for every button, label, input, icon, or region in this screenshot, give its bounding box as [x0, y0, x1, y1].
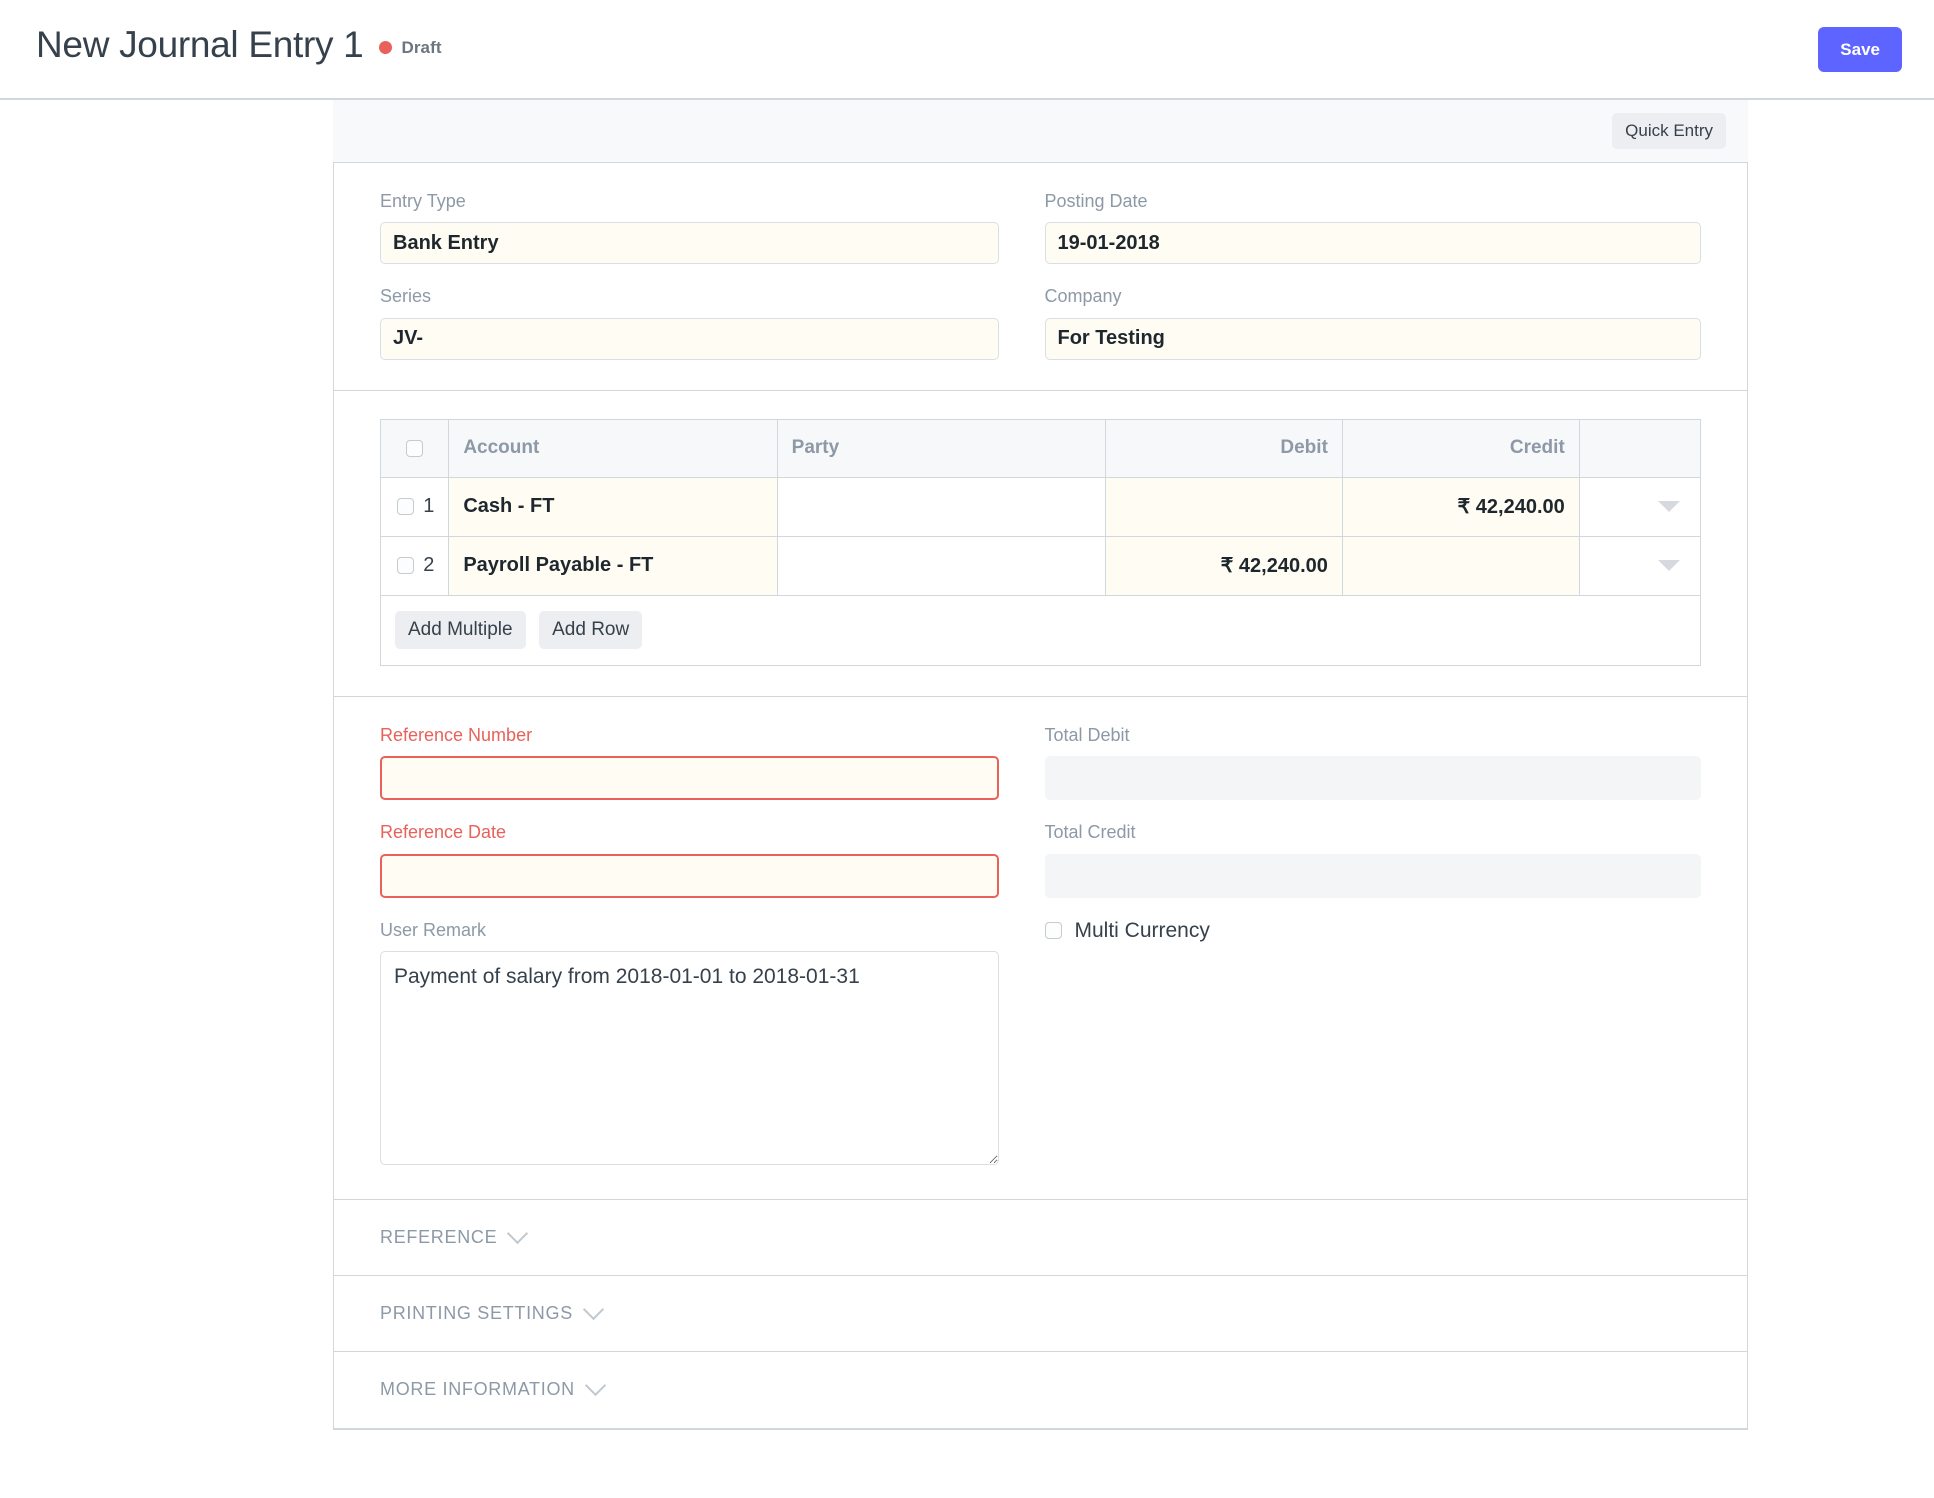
status-label: Draft: [401, 37, 442, 57]
total-debit-input: [1044, 756, 1701, 801]
reference-date-input[interactable]: [380, 853, 999, 898]
total-credit-input: [1044, 853, 1701, 898]
field-multi-currency[interactable]: Multi Currency: [1044, 918, 1702, 943]
section-basic-details: Entry Type Series Posting Date: [334, 163, 1747, 391]
total-debit-label: Total Debit: [1044, 724, 1130, 745]
field-total-credit: Total Credit: [1044, 821, 1701, 898]
app-page: New Journal Entry 1 Draft Save Quick Ent…: [0, 0, 1934, 1498]
field-total-debit: Total Debit: [1044, 724, 1701, 801]
series-input[interactable]: [380, 317, 999, 360]
chevron-down-icon[interactable]: [1658, 501, 1680, 513]
table-row[interactable]: 1 1 1 Cash - FT ₹ 42,240.00: [380, 477, 1701, 537]
user-remark-label: User Remark: [380, 919, 487, 940]
cell-debit[interactable]: [1105, 477, 1343, 537]
posting-date-label: Posting Date: [1044, 191, 1148, 211]
table-header: Account Party Debit Credit: [380, 419, 1701, 478]
total-credit-label: Total Credit: [1044, 822, 1136, 843]
user-remark-textarea[interactable]: [380, 950, 999, 1165]
table-header-row: Account Party Debit Credit: [380, 419, 1701, 478]
multi-currency-label: Multi Currency: [1074, 918, 1210, 942]
column-header-account: Account: [448, 419, 778, 478]
cell-account[interactable]: Payroll Payable - FT: [448, 536, 778, 596]
cell-party[interactable]: [777, 477, 1107, 537]
row-select-cell[interactable]: 2: [380, 536, 450, 596]
entry-type-input[interactable]: [380, 222, 999, 265]
field-reference-date: Reference Date: [380, 821, 999, 898]
select-all-checkbox[interactable]: [406, 439, 424, 457]
row-expand-cell[interactable]: [1579, 536, 1701, 596]
chevron-down-icon[interactable]: [507, 1222, 529, 1245]
column-right-2: Total Debit Total Credit Multi Currency: [1041, 724, 1702, 1165]
section-toggle-printing-settings[interactable]: PRINTING SETTINGS: [334, 1276, 1747, 1352]
section-toggle-reference[interactable]: REFERENCE: [334, 1200, 1747, 1276]
main-content-column: Quick Entry Entry Type Series: [333, 100, 1748, 1430]
reference-date-label: Reference Date: [380, 822, 507, 843]
form-container: Entry Type Series Posting Date: [333, 162, 1748, 1430]
chevron-down-icon[interactable]: [584, 1375, 606, 1397]
multi-currency-checkbox[interactable]: [1044, 922, 1062, 940]
status-dot-icon: [379, 41, 393, 54]
page-header: New Journal Entry 1 Draft Save: [0, 0, 1934, 100]
field-entry-type: Entry Type: [380, 190, 999, 265]
company-label: Company: [1044, 286, 1122, 307]
save-button[interactable]: Save: [1818, 27, 1902, 72]
column-left-2: Reference Number Reference Date User Rem…: [380, 724, 1041, 1165]
table-footer-row: Add Multiple Add Row: [380, 595, 1701, 666]
section-toggle-reference-label: REFERENCE: [380, 1226, 498, 1247]
section-toggle-more-information[interactable]: MORE INFORMATION: [334, 1352, 1747, 1428]
chevron-down-icon[interactable]: [582, 1298, 605, 1321]
cell-debit[interactable]: ₹ 42,240.00: [1105, 536, 1343, 596]
accounting-entries-table: Account Party Debit Credit 1 Cash - FT ₹…: [380, 418, 1701, 666]
cell-account[interactable]: 1 Cash - FT: [448, 477, 778, 537]
cell-account-text: Cash - FT: [463, 495, 555, 518]
grid-actions: Add Multiple Add Row: [380, 595, 1701, 666]
add-multiple-button[interactable]: Add Multiple: [395, 610, 526, 649]
row-select-cell[interactable]: 1: [380, 477, 450, 537]
reference-number-input[interactable]: [380, 756, 999, 801]
entry-type-label: Entry Type: [380, 191, 466, 211]
select-all-header[interactable]: [380, 419, 450, 478]
section-toggle-more-information-label: MORE INFORMATION: [380, 1379, 575, 1400]
cell-party[interactable]: [777, 536, 1107, 596]
posting-date-input[interactable]: [1044, 222, 1701, 265]
cell-account-text: Payroll Payable - FT: [463, 554, 654, 577]
chevron-down-icon[interactable]: [1658, 560, 1680, 572]
column-header-party: Party: [777, 419, 1107, 478]
section-accounting-entries: Account Party Debit Credit 1 Cash - FT ₹…: [334, 391, 1747, 697]
page-title: New Journal Entry 1: [36, 24, 364, 65]
row-index: 2: [423, 554, 435, 577]
row-checkbox[interactable]: [397, 557, 414, 575]
field-user-remark: User Remark: [380, 919, 999, 1165]
field-company: Company: [1044, 285, 1701, 360]
column-left: Entry Type Series: [380, 190, 1041, 360]
company-input[interactable]: [1044, 317, 1701, 360]
section-toggle-printing-settings-label: PRINTING SETTINGS: [380, 1302, 573, 1323]
table-row[interactable]: 2 Payroll Payable - FT ₹ 42,240.00: [380, 536, 1701, 596]
page-body: Quick Entry Entry Type Series: [0, 100, 1934, 1498]
cell-credit[interactable]: [1342, 536, 1580, 596]
column-header-credit: Credit: [1342, 419, 1580, 478]
column-header-debit: Debit: [1105, 419, 1343, 478]
column-right: Posting Date Company: [1041, 190, 1701, 360]
column-header-actions: [1579, 419, 1701, 478]
section-reference-totals: Reference Number Reference Date User Rem…: [334, 697, 1747, 1200]
quick-entry-button[interactable]: Quick Entry: [1612, 113, 1726, 149]
status-badge: Draft: [379, 37, 442, 58]
series-label: Series: [380, 286, 432, 307]
field-series: Series: [380, 285, 999, 360]
row-index: 1: [423, 495, 435, 518]
table-body: 1 1 1 Cash - FT ₹ 42,240.00: [380, 477, 1701, 666]
field-posting-date: Posting Date: [1044, 190, 1701, 265]
title-area: New Journal Entry 1 Draft: [36, 26, 442, 63]
row-checkbox[interactable]: [397, 498, 414, 516]
reference-number-label: Reference Number: [380, 724, 533, 745]
row-expand-cell[interactable]: [1579, 477, 1701, 537]
cell-credit[interactable]: ₹ 42,240.00: [1342, 477, 1580, 537]
field-reference-number: Reference Number: [380, 724, 999, 801]
quick-entry-bar: Quick Entry: [333, 100, 1748, 162]
add-row-button[interactable]: Add Row: [539, 610, 643, 649]
